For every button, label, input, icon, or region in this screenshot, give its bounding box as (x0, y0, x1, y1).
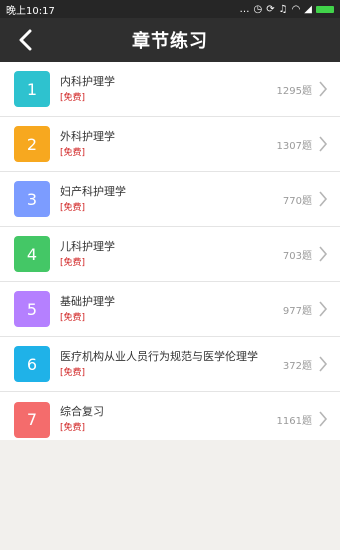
back-button[interactable] (8, 24, 42, 56)
status-icons: … ◷ ⟳ ♫ ◠ ◢ (239, 4, 334, 15)
battery-icon (316, 5, 334, 13)
chapter-number-badge: 4 (14, 236, 50, 272)
chapter-number-badge: 7 (14, 401, 50, 438)
chapter-list: 1 内科护理学 [免费] 1295题 2 外科护理学 [免费] 1307题 3 … (0, 62, 340, 447)
chapter-row[interactable]: 2 外科护理学 [免费] 1307题 (0, 117, 340, 172)
chevron-right-icon (319, 411, 328, 427)
headset-icon: ♫ (278, 3, 288, 15)
chapter-title: 妇产科护理学 (60, 184, 126, 198)
nav-bar: 章节练习 (0, 18, 340, 62)
free-tag: [免费] (60, 202, 86, 213)
status-time: 晚上10:17 (6, 5, 55, 17)
chapter-text: 外科护理学 [免费] (60, 126, 115, 162)
free-tag: [免费] (60, 257, 86, 268)
question-count: 1161题 (276, 416, 312, 427)
sync-icon: ⟳ (266, 3, 275, 15)
question-count: 977题 (282, 306, 312, 317)
chevron-right-icon (319, 136, 328, 152)
chapter-number-badge: 5 (14, 291, 50, 327)
dots-icon: … (239, 3, 250, 15)
chapter-text: 妇产科护理学 [免费] (60, 181, 126, 217)
status-bar: 晚上10:17 … ◷ ⟳ ♫ ◠ ◢ (0, 0, 340, 18)
chapter-text: 内科护理学 [免费] (60, 71, 115, 107)
chapter-number-badge: 2 (14, 126, 50, 162)
chevron-right-icon (319, 356, 328, 372)
free-tag: [免费] (60, 147, 86, 158)
chapter-row[interactable]: 4 儿科护理学 [免费] 703题 (0, 227, 340, 282)
chapter-text: 儿科护理学 [免费] (60, 236, 115, 272)
chapter-row[interactable]: 7 综合复习 [免费] 1161题 (0, 392, 340, 447)
chapter-title: 儿科护理学 (60, 239, 115, 253)
free-tag: [免费] (60, 92, 86, 103)
question-count: 770题 (282, 196, 312, 207)
chapter-row[interactable]: 1 内科护理学 [免费] 1295题 (0, 62, 340, 117)
signal-icon: ◢ (304, 3, 312, 15)
chevron-right-icon (319, 246, 328, 262)
alarm-icon: ◷ (253, 3, 263, 15)
chapter-title: 内科护理学 (60, 74, 115, 88)
chapter-text: 基础护理学 [免费] (60, 291, 115, 327)
chapter-title: 外科护理学 (60, 129, 115, 143)
chevron-right-icon (319, 301, 328, 317)
question-count: 703题 (282, 251, 312, 262)
chapter-title: 综合复习 (60, 405, 104, 418)
chevron-left-icon (19, 29, 32, 51)
chevron-right-icon (319, 81, 328, 97)
free-tag: [免费] (60, 423, 86, 433)
question-count: 1307题 (276, 141, 312, 152)
wifi-icon: ◠ (291, 3, 301, 15)
chapter-number-badge: 1 (14, 71, 50, 107)
chapter-title: 基础护理学 (60, 294, 115, 308)
question-count: 1295题 (276, 86, 312, 97)
chevron-right-icon (319, 191, 328, 207)
chapter-row[interactable]: 6 医疗机构从业人员行为规范与医学伦理学 [免费] 372题 (0, 337, 340, 392)
empty-background (0, 440, 340, 550)
chapter-text: 综合复习 [免费] (60, 402, 104, 438)
free-tag: [免费] (60, 367, 86, 378)
question-count: 372题 (282, 361, 312, 372)
chapter-number-badge: 6 (14, 346, 50, 382)
free-tag: [免费] (60, 312, 86, 323)
chapter-row[interactable]: 5 基础护理学 [免费] 977题 (0, 282, 340, 337)
page-title: 章节练习 (132, 31, 208, 52)
chapter-title: 医疗机构从业人员行为规范与医学伦理学 (60, 349, 258, 363)
chapter-text: 医疗机构从业人员行为规范与医学伦理学 [免费] (60, 346, 258, 382)
chapter-number-badge: 3 (14, 181, 50, 217)
chapter-row[interactable]: 3 妇产科护理学 [免费] 770题 (0, 172, 340, 227)
